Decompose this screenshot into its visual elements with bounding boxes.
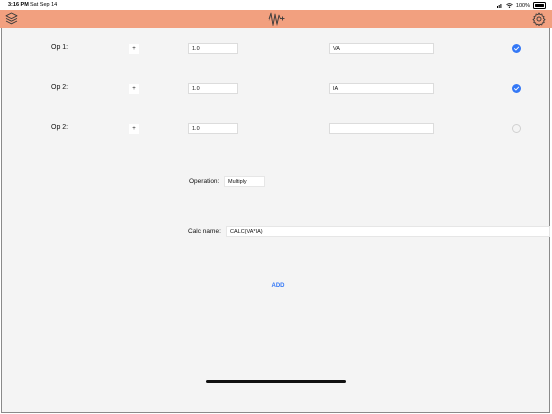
nav-bar — [0, 10, 552, 28]
operand-2-sign-button[interactable]: + — [129, 84, 139, 94]
operand-1-channel-input[interactable]: VA — [329, 43, 434, 54]
operand-1-label: Op 1: — [51, 44, 69, 51]
operand-3-label: Op 2: — [51, 124, 69, 131]
battery-percent: 100% — [515, 2, 530, 9]
operand-3-coefficient-input[interactable]: 1.0 — [188, 123, 238, 134]
operand-2-label: Op 2: — [51, 84, 69, 91]
status-right: 100% — [496, 2, 546, 9]
status-bar: 3:16 PM Sat Sep 14 100% — [0, 0, 552, 10]
operand-2-checkbox[interactable] — [512, 84, 521, 93]
operand-3-channel-input[interactable] — [329, 123, 434, 134]
operand-3-checkbox[interactable] — [512, 124, 521, 133]
waveform-add-icon[interactable] — [268, 11, 285, 27]
status-date: Sat Sep 14 — [30, 2, 58, 8]
checkmark-icon — [513, 86, 520, 91]
operand-3-sign-button[interactable]: + — [129, 124, 139, 134]
calc-name-label: Calc name: — [188, 228, 221, 235]
home-indicator[interactable] — [206, 380, 346, 383]
signal-icon — [496, 4, 502, 8]
operand-1-sign-button[interactable]: + — [129, 44, 139, 54]
operand-1-checkbox[interactable] — [512, 44, 521, 53]
operation-label: Operation: — [189, 178, 220, 185]
battery-icon — [533, 2, 546, 9]
operation-select[interactable]: Multiply — [224, 176, 265, 187]
gear-icon[interactable] — [532, 12, 546, 26]
layers-icon[interactable] — [5, 12, 18, 25]
operand-2-coefficient-input[interactable]: 1.0 — [188, 83, 238, 94]
checkmark-icon — [513, 46, 520, 51]
operand-2-channel-input[interactable]: IA — [329, 83, 434, 94]
app-window: 3:16 PM Sat Sep 14 100% Op 1: + 1.0 VA O… — [0, 0, 552, 414]
add-button[interactable]: ADD — [264, 281, 292, 291]
calc-name-input[interactable]: CALC(VA*IA) — [226, 226, 550, 237]
wifi-icon — [506, 3, 513, 8]
calc-form: Op 1: + 1.0 VA Op 2: + 1.0 IA Op 2: + 1.… — [1, 28, 550, 413]
status-time: 3:16 PM — [8, 2, 29, 8]
operand-1-coefficient-input[interactable]: 1.0 — [188, 43, 238, 54]
